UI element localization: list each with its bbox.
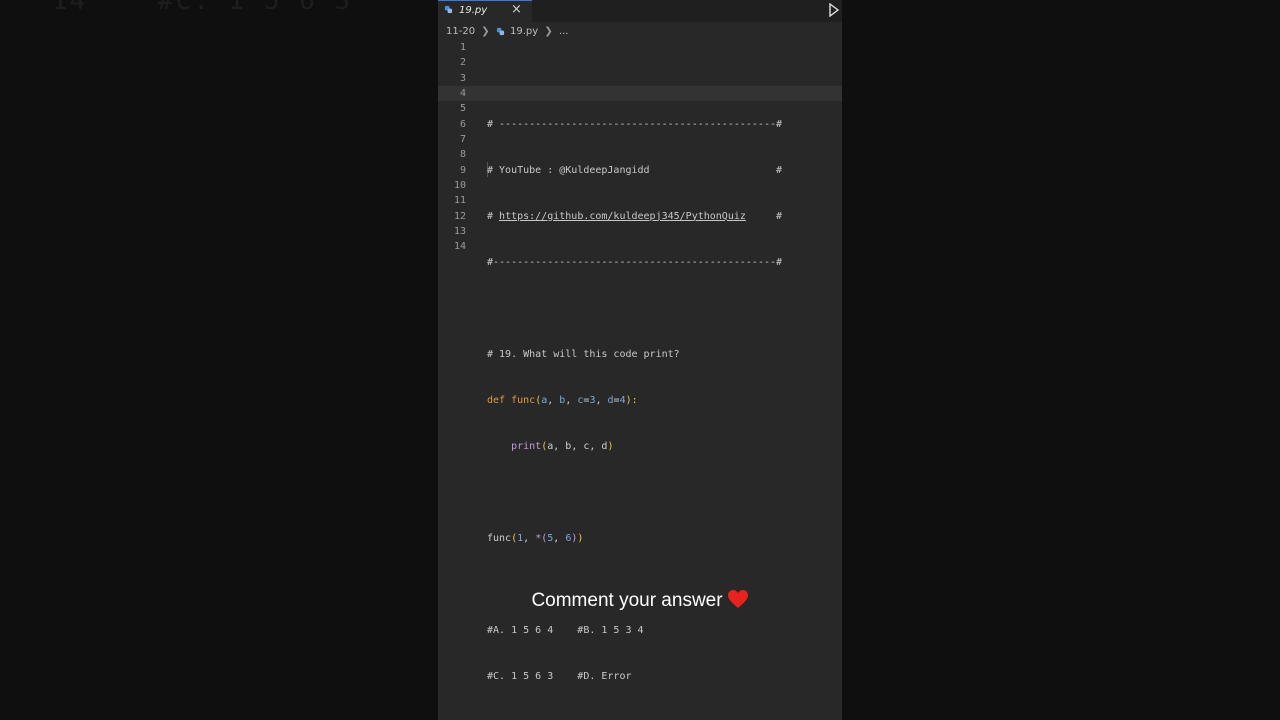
line-number: 5 xyxy=(459,103,466,115)
line-number: 3 xyxy=(459,72,466,84)
line-number: 4 xyxy=(459,88,466,100)
param-a: a xyxy=(541,394,548,406)
python-file-icon xyxy=(444,5,453,14)
line-number: 1 xyxy=(459,42,466,53)
line-number: 7 xyxy=(459,134,466,146)
comment-prefix: # xyxy=(487,210,500,222)
tab-bar: 19.py × xyxy=(438,0,842,22)
line-number-gutter: 1 2 3 4 5 6 7 8 9 10 11 12 13 14 xyxy=(438,40,466,255)
builtin-print: print xyxy=(511,440,542,452)
code-line-8: def func(a, b, c=3, d=4): xyxy=(487,394,638,406)
paren-colon: ): xyxy=(625,394,638,406)
code-line-11: func(1, *(5, 6)) xyxy=(487,533,584,544)
line-number: 13 xyxy=(453,226,466,238)
paren: ) xyxy=(607,440,614,452)
breadcrumb-folder[interactable]: 11-20 xyxy=(446,26,475,37)
code-line-5: #---------------------------------------… xyxy=(487,256,783,268)
keyword-def: def xyxy=(487,394,506,406)
github-link[interactable]: https://github.com/kuldeepj345/PythonQui… xyxy=(499,211,746,222)
line-number: 14 xyxy=(453,241,466,253)
tab-label: 19.py xyxy=(459,5,488,16)
breadcrumb: 11-20 ❯ 19.py ❯ ... xyxy=(446,26,569,38)
heart-icon xyxy=(727,590,748,608)
line-number: 8 xyxy=(459,149,466,161)
python-file-icon xyxy=(496,27,504,36)
arg-one: 1 xyxy=(517,533,524,544)
code-line-4: # https://github.com/kuldeepj345/PythonQ… xyxy=(487,209,782,224)
call-name: func xyxy=(487,533,512,544)
param-c: c xyxy=(577,394,584,406)
code-line-7: # 19. What will this code print? xyxy=(487,348,680,360)
caption: Comment your answer xyxy=(438,589,842,612)
line-number: 11 xyxy=(453,195,466,207)
code-line-2: # --------------------------------------… xyxy=(487,118,783,130)
tab-19py[interactable]: 19.py × xyxy=(438,0,532,22)
function-name: func xyxy=(511,394,536,406)
paren: ) xyxy=(577,533,584,544)
line-number: 10 xyxy=(453,180,466,192)
breadcrumb-more[interactable]: ... xyxy=(559,26,569,37)
code-line-9: print(a, b, c, d) xyxy=(487,439,782,454)
background-ghost-text: 14 #C. 1 5 6 3 xyxy=(52,0,353,16)
code-line-3: # YouTube : @KuldeepJangidd # xyxy=(487,164,783,176)
chevron-right-icon: ❯ xyxy=(544,26,553,37)
editor-panel: 19.py × 11-20 ❯ 19.py ❯ ... 1 2 3 4 5 6 … xyxy=(438,0,842,720)
close-icon[interactable]: × xyxy=(511,2,522,18)
line-number: 12 xyxy=(453,210,466,222)
comment-suffix: # xyxy=(745,210,783,222)
print-args: a, b, c, d xyxy=(547,440,608,452)
line-number: 2 xyxy=(459,57,466,69)
param-d: d xyxy=(607,394,614,406)
breadcrumb-file[interactable]: 19.py xyxy=(510,26,538,37)
chevron-right-icon: ❯ xyxy=(481,26,490,37)
arg-five: 5 xyxy=(547,533,554,544)
param-b: b xyxy=(559,394,566,406)
code-line-14: #C. 1 5 6 3 #D. Error xyxy=(487,671,632,683)
code-editor[interactable]: # --------------------------------------… xyxy=(487,40,782,715)
line-number: 6 xyxy=(459,118,466,130)
run-icon[interactable] xyxy=(828,3,840,17)
line-number: 9 xyxy=(459,164,466,176)
default-c: 3 xyxy=(589,394,596,406)
code-line-13: #A. 1 5 6 4 #B. 1 5 3 4 xyxy=(487,625,644,637)
caption-text: Comment your answer xyxy=(531,590,723,611)
